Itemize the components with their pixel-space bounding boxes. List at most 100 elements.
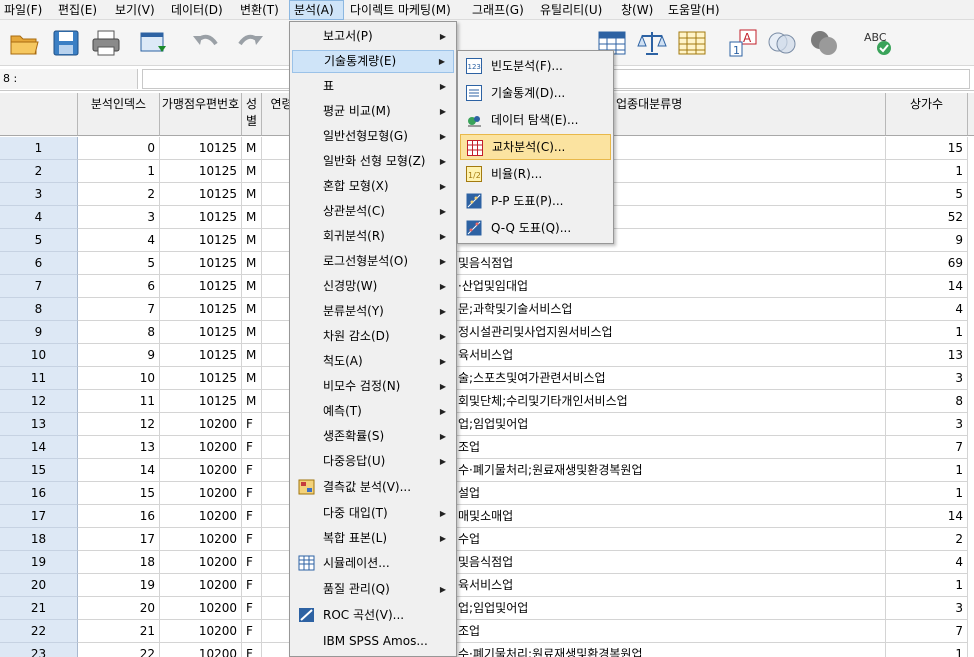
menu-item-general-linear-model[interactable]: 일반선형모형(G) ▶ — [292, 125, 454, 148]
cell-gender[interactable]: F — [242, 551, 262, 574]
print-icon[interactable] — [90, 28, 122, 58]
cell-gender[interactable]: F — [242, 459, 262, 482]
menu-item-ibm-spss-amos[interactable]: IBM SPSS Amos... — [292, 630, 454, 653]
select-cases-icon[interactable] — [676, 28, 708, 58]
menu-item-missing-value-analysis[interactable]: 결측값 분석(V)... — [292, 476, 454, 499]
cell-analysis-index[interactable]: 4 — [78, 229, 160, 252]
menu-view[interactable]: 보기(V) — [111, 0, 161, 20]
menu-analyze[interactable]: 분석(A) — [289, 0, 344, 20]
open-folder-icon[interactable] — [8, 28, 40, 58]
menu-item-neural-networks[interactable]: 신경망(W) ▶ — [292, 275, 454, 298]
show-all-variables-icon[interactable] — [808, 28, 840, 58]
cell-gender[interactable]: F — [242, 436, 262, 459]
undo-icon[interactable] — [190, 28, 222, 58]
cell-store-count[interactable]: 1 — [886, 482, 968, 505]
cell-analysis-index[interactable]: 14 — [78, 459, 160, 482]
cell-gender[interactable]: F — [242, 643, 262, 657]
cell-store-count[interactable]: 4 — [886, 551, 968, 574]
menu-item-roc-curve[interactable]: ROC 곡선(V)... — [292, 604, 454, 627]
use-sets-icon[interactable] — [766, 28, 798, 58]
cell-gender[interactable]: M — [242, 275, 262, 298]
row-header[interactable]: 21 — [0, 597, 78, 620]
menu-item-regression[interactable]: 회귀분석(R) ▶ — [292, 225, 454, 248]
row-header[interactable]: 6 — [0, 252, 78, 275]
menu-help[interactable]: 도움말(H) — [664, 0, 728, 20]
menu-item-tables[interactable]: 표 ▶ — [292, 75, 454, 98]
cell-analysis-index[interactable]: 18 — [78, 551, 160, 574]
menu-item-dimension-reduction[interactable]: 차원 감소(D) ▶ — [292, 325, 454, 348]
menu-item-complex-samples[interactable]: 복합 표본(L) ▶ — [292, 527, 454, 550]
cell-gender[interactable]: M — [242, 137, 262, 160]
menu-item-classify[interactable]: 분류분석(Y) ▶ — [292, 300, 454, 323]
menu-transform[interactable]: 변환(T) — [236, 0, 286, 20]
cell-store-count[interactable]: 2 — [886, 528, 968, 551]
menu-item-mixed-models[interactable]: 혼합 모형(X) ▶ — [292, 175, 454, 198]
cell-store-count[interactable]: 1 — [886, 459, 968, 482]
cell-gender[interactable]: F — [242, 574, 262, 597]
cell-postal-code[interactable]: 10125 — [160, 367, 242, 390]
row-header[interactable]: 4 — [0, 206, 78, 229]
cell-store-count[interactable]: 3 — [886, 413, 968, 436]
cell-postal-code[interactable]: 10125 — [160, 344, 242, 367]
cell-store-count[interactable]: 1 — [886, 574, 968, 597]
cell-analysis-index[interactable]: 21 — [78, 620, 160, 643]
cell-postal-code[interactable]: 10200 — [160, 620, 242, 643]
row-header[interactable]: 22 — [0, 620, 78, 643]
cell-store-count[interactable]: 3 — [886, 367, 968, 390]
menu-item-simulation[interactable]: 시뮬레이션... — [292, 552, 454, 575]
menu-item-survival[interactable]: 생존확률(S) ▶ — [292, 425, 454, 448]
cell-store-count[interactable]: 1 — [886, 321, 968, 344]
cell-store-count[interactable]: 7 — [886, 620, 968, 643]
cell-postal-code[interactable]: 10200 — [160, 505, 242, 528]
cell-postal-code[interactable]: 10200 — [160, 436, 242, 459]
cell-analysis-index[interactable]: 22 — [78, 643, 160, 657]
menu-item-scale[interactable]: 척도(A) ▶ — [292, 350, 454, 373]
cell-analysis-index[interactable]: 9 — [78, 344, 160, 367]
recall-dialog-icon[interactable] — [138, 28, 170, 58]
cell-analysis-index[interactable]: 8 — [78, 321, 160, 344]
menu-item-nonparametric-tests[interactable]: 비모수 검정(N) ▶ — [292, 375, 454, 398]
cell-analysis-index[interactable]: 10 — [78, 367, 160, 390]
menu-item-quality-control[interactable]: 품질 관리(Q) ▶ — [292, 578, 454, 601]
menu-item-reports[interactable]: 보고서(P) ▶ — [292, 25, 454, 48]
cell-gender[interactable]: F — [242, 620, 262, 643]
cell-analysis-index[interactable]: 0 — [78, 137, 160, 160]
cell-store-count[interactable]: 69 — [886, 252, 968, 275]
cell-analysis-index[interactable]: 2 — [78, 183, 160, 206]
cell-analysis-index[interactable]: 12 — [78, 413, 160, 436]
submenu-item-frequencies[interactable]: 123 빈도분석(F)... — [460, 53, 611, 79]
cell-postal-code[interactable]: 10125 — [160, 229, 242, 252]
cell-gender[interactable]: F — [242, 505, 262, 528]
cell-analysis-index[interactable]: 16 — [78, 505, 160, 528]
menu-item-loglinear[interactable]: 로그선형분석(O) ▶ — [292, 250, 454, 273]
cell-gender[interactable]: F — [242, 597, 262, 620]
cell-store-count[interactable]: 8 — [886, 390, 968, 413]
menu-item-multiple-response[interactable]: 다중응답(U) ▶ — [292, 450, 454, 473]
submenu-item-qq-plot[interactable]: Q-Q 도표(Q)... — [460, 215, 611, 241]
row-header[interactable]: 14 — [0, 436, 78, 459]
row-header[interactable]: 18 — [0, 528, 78, 551]
cell-gender[interactable]: M — [242, 390, 262, 413]
cell-postal-code[interactable]: 10200 — [160, 551, 242, 574]
row-header[interactable]: 2 — [0, 160, 78, 183]
cell-postal-code[interactable]: 10125 — [160, 183, 242, 206]
cell-store-count[interactable]: 52 — [886, 206, 968, 229]
submenu-item-explore[interactable]: 데이터 탐색(E)... — [460, 107, 611, 133]
menu-file[interactable]: 파일(F) — [0, 0, 46, 20]
cell-gender[interactable]: F — [242, 482, 262, 505]
row-header[interactable]: 13 — [0, 413, 78, 436]
menu-item-forecasting[interactable]: 예측(T) ▶ — [292, 400, 454, 423]
row-header[interactable]: 5 — [0, 229, 78, 252]
cell-postal-code[interactable]: 10125 — [160, 390, 242, 413]
row-header[interactable]: 3 — [0, 183, 78, 206]
cell-postal-code[interactable]: 10200 — [160, 643, 242, 657]
cell-postal-code[interactable]: 10200 — [160, 459, 242, 482]
cell-analysis-index[interactable]: 13 — [78, 436, 160, 459]
row-header[interactable]: 19 — [0, 551, 78, 574]
cell-analysis-index[interactable]: 20 — [78, 597, 160, 620]
cell-postal-code[interactable]: 10125 — [160, 321, 242, 344]
column-header-gender[interactable]: 성별 — [242, 93, 262, 136]
weight-cases-icon[interactable] — [636, 28, 668, 58]
cell-postal-code[interactable]: 10200 — [160, 413, 242, 436]
cell-postal-code[interactable]: 10125 — [160, 160, 242, 183]
